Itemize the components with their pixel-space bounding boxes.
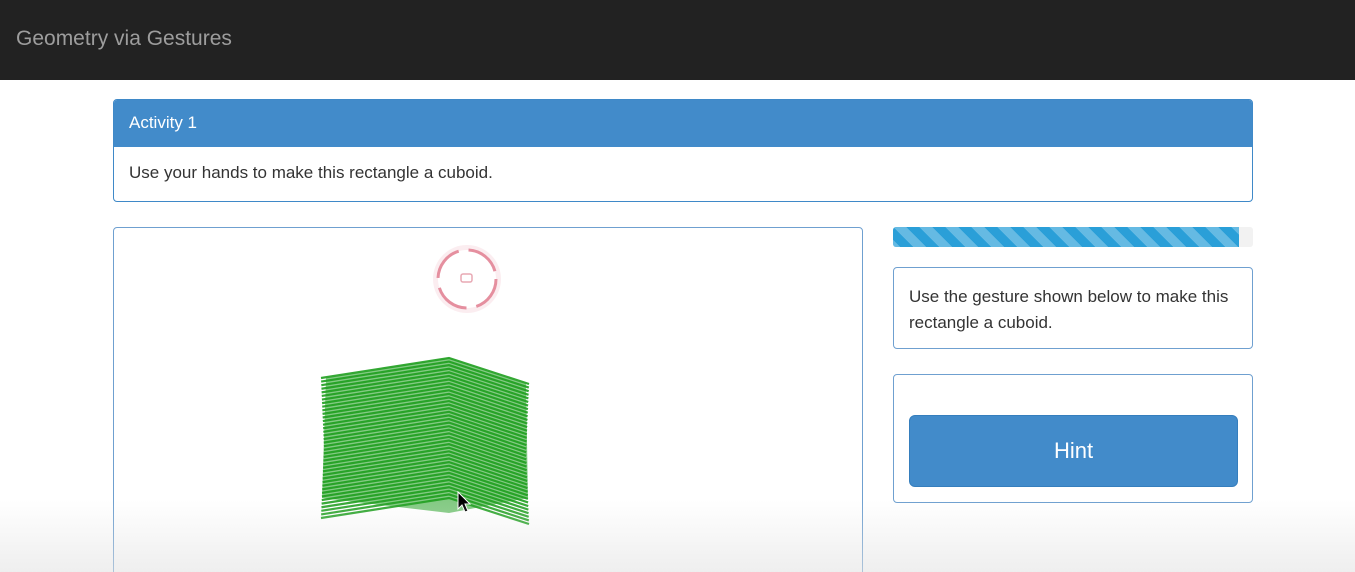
top-navbar: Geometry via Gestures [0,0,1355,80]
activity-heading: Activity 1 [114,100,1252,147]
activity-panel: Activity 1 Use your hands to make this r… [113,99,1253,202]
gesture-canvas[interactable] [113,227,863,572]
instruction-panel: Use the gesture shown below to make this… [893,267,1253,349]
activity-description: Use your hands to make this rectangle a … [129,163,493,182]
instruction-text: Use the gesture shown below to make this… [909,287,1229,332]
hint-panel: Hint [893,374,1253,503]
progress-bar-track [893,227,1253,247]
hand-tracker-ring-icon [433,245,501,313]
canvas-drawing [320,245,530,526]
progress-bar-fill [893,227,1239,247]
app-title[interactable]: Geometry via Gestures [16,27,232,51]
green-cuboid-shape [320,356,530,526]
hint-button[interactable]: Hint [909,415,1238,487]
